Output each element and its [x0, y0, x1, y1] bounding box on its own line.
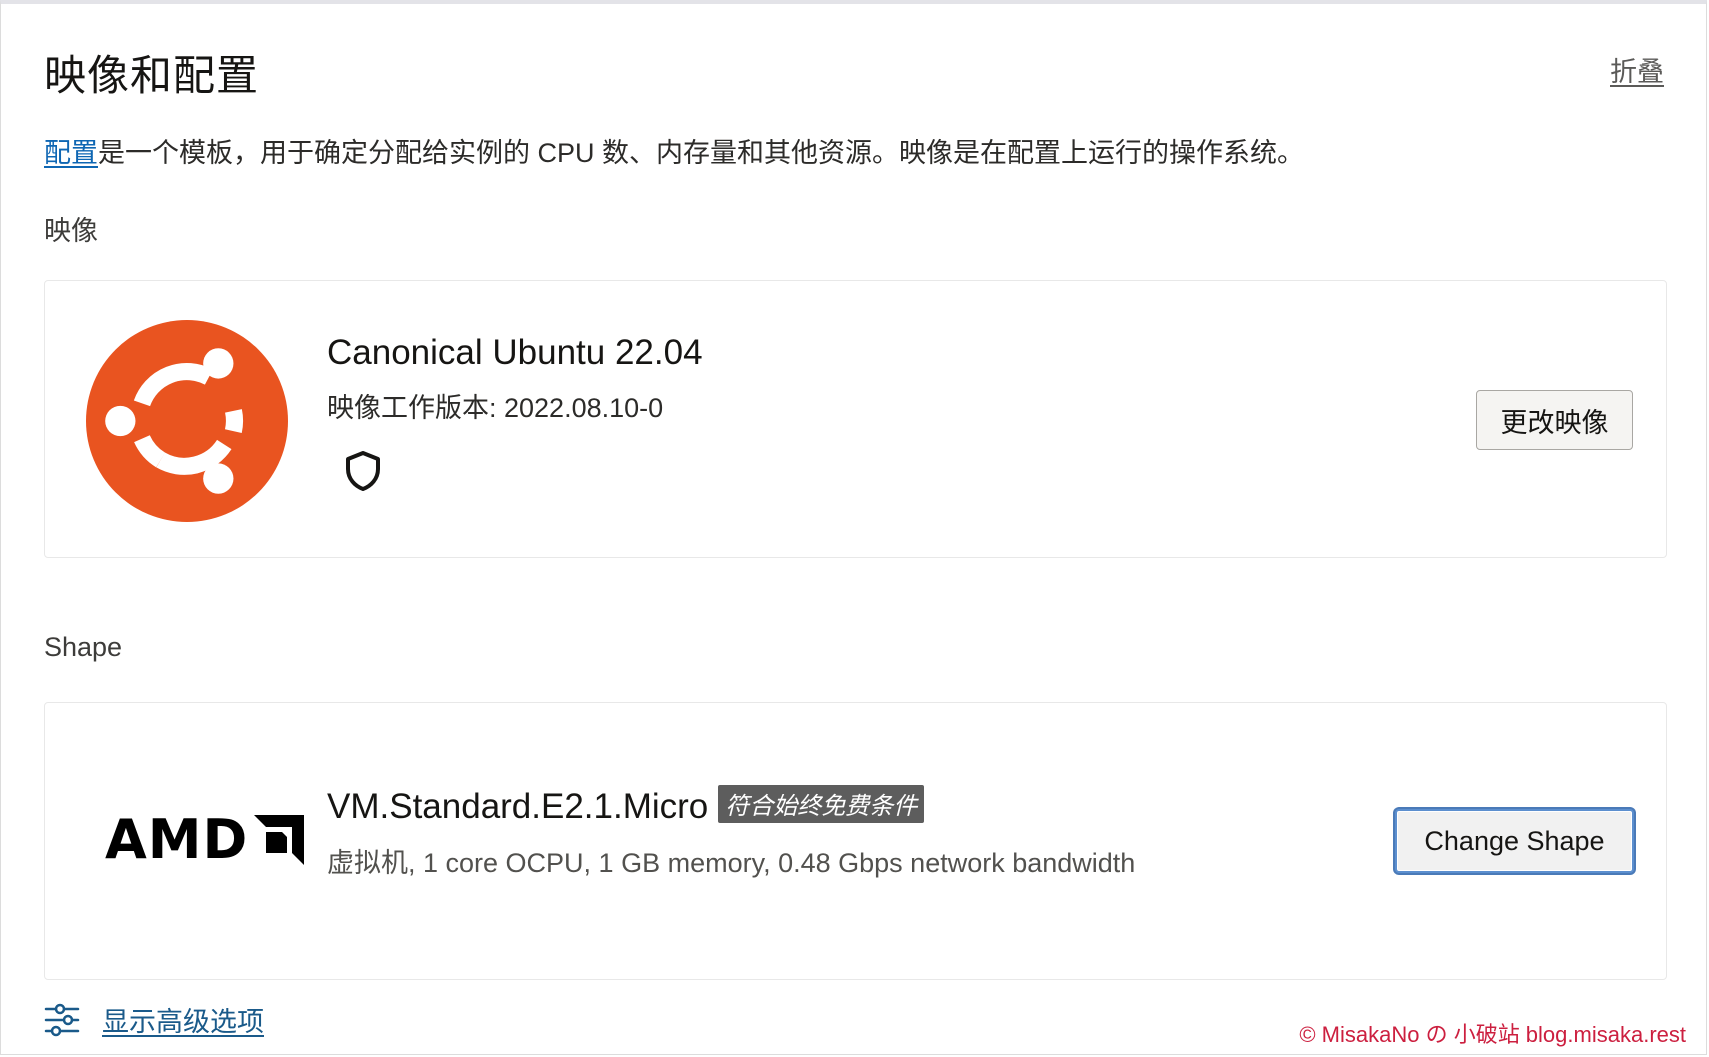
ubuntu-logo-icon [86, 320, 288, 522]
image-section-label: 映像 [44, 216, 98, 246]
shape-name: VM.Standard.E2.1.Micro [327, 787, 709, 826]
advanced-options-link[interactable]: 显示高级选项 [102, 1000, 264, 1039]
shield-icon [346, 451, 380, 491]
watermark-text: © MisakaNo の 小破站 blog.misaka.rest [1299, 1022, 1686, 1047]
shape-help-link[interactable]: 配置 [44, 138, 98, 168]
shape-section-label: Shape [44, 632, 123, 662]
change-shape-button[interactable]: Change Shape [1395, 809, 1634, 873]
collapse-link[interactable]: 折叠 [1610, 50, 1664, 89]
advanced-options-toggle[interactable]: 显示高级选项 [44, 1000, 264, 1039]
section-title: 映像和配置 [44, 52, 260, 99]
sliders-icon [44, 1003, 80, 1036]
always-free-badge: 符合始终免费条件 [718, 785, 925, 823]
image-version: 映像工作版本: 2022.08.10-0 [327, 393, 664, 423]
description-text: 是一个模板，用于确定分配给实例的 CPU 数、内存量和其他资源。映像是在配置上运… [98, 138, 1305, 168]
image-name: Canonical Ubuntu 22.04 [327, 333, 703, 372]
shape-card: AMD VM.Standard.E2.1.Micro 符合始终免费条件 虚拟机, … [44, 702, 1667, 980]
shape-details: 虚拟机, 1 core OCPU, 1 GB memory, 0.48 Gbps… [327, 848, 1136, 878]
amd-arrow-icon [254, 815, 305, 865]
change-image-button[interactable]: 更改映像 [1476, 390, 1633, 450]
section-description: 配置是一个模板，用于确定分配给实例的 CPU 数、内存量和其他资源。映像是在配置… [44, 131, 1304, 170]
image-and-shape-panel: 映像和配置 折叠 配置是一个模板，用于确定分配给实例的 CPU 数、内存量和其他… [0, 0, 1707, 1055]
shape-name-row: VM.Standard.E2.1.Micro 符合始终免费条件 [327, 785, 925, 827]
image-card: Canonical Ubuntu 22.04 映像工作版本: 2022.08.1… [44, 280, 1667, 558]
amd-logo-icon: AMD [105, 813, 305, 867]
